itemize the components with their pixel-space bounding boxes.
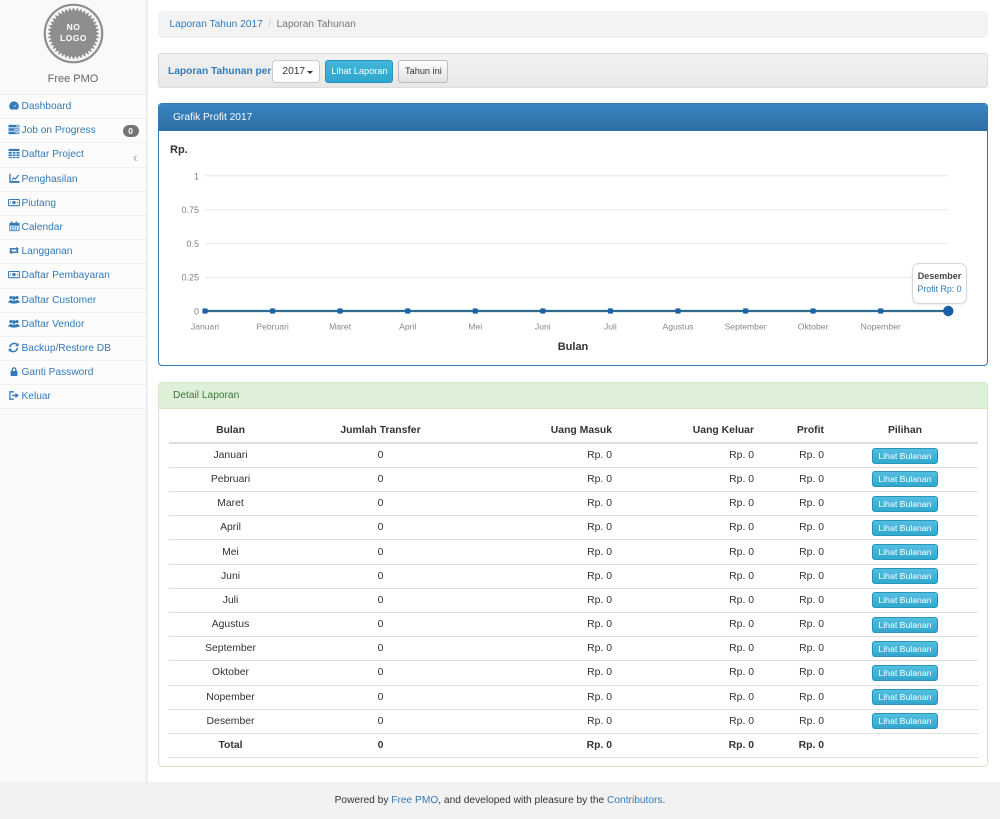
svg-text:NO: NO (67, 22, 81, 32)
svg-text:Pebruari: Pebruari (256, 322, 289, 332)
svg-text:September: September (725, 322, 767, 332)
svg-text:Januari: Januari (191, 322, 219, 332)
svg-text:Agustus: Agustus (662, 322, 693, 332)
svg-text:LOGO: LOGO (60, 33, 87, 43)
svg-text:Mei: Mei (468, 322, 482, 332)
svg-text:Rp.: Rp. (170, 144, 188, 156)
svg-text:0.5: 0.5 (186, 239, 199, 249)
svg-text:Oktober: Oktober (798, 322, 829, 332)
svg-text:0.25: 0.25 (181, 273, 199, 283)
svg-text:April: April (399, 322, 416, 332)
svg-text:Nopember: Nopember (861, 322, 901, 332)
svg-text:Juli: Juli (604, 322, 617, 332)
svg-text:1: 1 (194, 171, 199, 181)
svg-text:Maret: Maret (329, 322, 352, 332)
svg-text:0.75: 0.75 (181, 205, 199, 215)
svg-text:0: 0 (194, 307, 199, 317)
svg-text:Juni: Juni (535, 322, 551, 332)
svg-text:Bulan: Bulan (558, 341, 589, 353)
